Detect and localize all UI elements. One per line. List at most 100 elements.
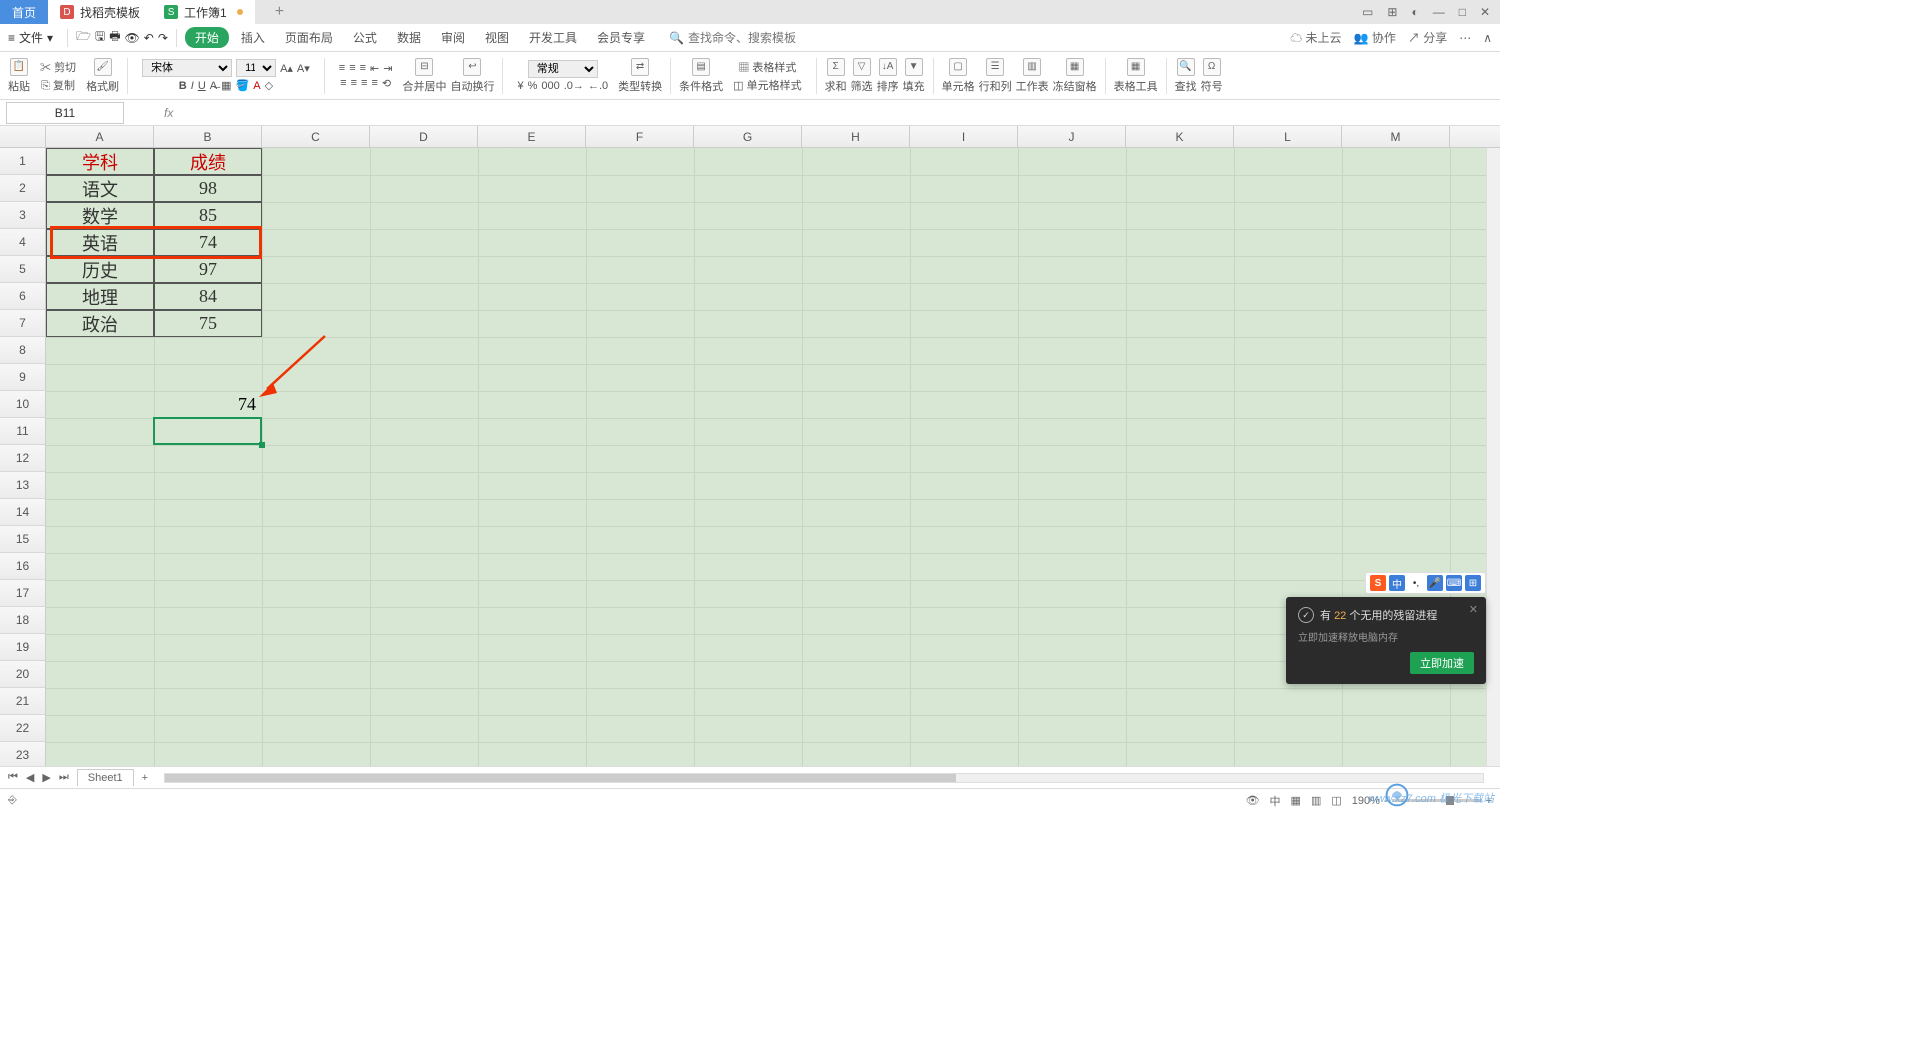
increase-font-icon[interactable]: A▴ xyxy=(280,62,293,75)
cell-B3[interactable]: 85 xyxy=(154,202,262,229)
row-header-16[interactable]: 16 xyxy=(0,553,46,580)
ime-lang-icon[interactable]: 中 xyxy=(1389,575,1405,591)
cell-A2[interactable]: 语文 xyxy=(46,175,154,202)
view-eye-icon[interactable]: 👁 xyxy=(1246,794,1260,807)
formula-input[interactable] xyxy=(181,102,1500,124)
menu-more-icon[interactable]: ⋯ xyxy=(1459,31,1471,45)
align-center-icon[interactable]: ≡ xyxy=(351,77,357,89)
row-header-6[interactable]: 6 xyxy=(0,283,46,310)
menu-view[interactable]: 视图 xyxy=(477,25,517,50)
notif-close-icon[interactable]: ✕ xyxy=(1469,603,1478,616)
view-break-icon[interactable]: ◫ xyxy=(1331,794,1341,807)
number-format-select[interactable]: 常规 xyxy=(528,60,598,78)
col-header-I[interactable]: I xyxy=(910,126,1018,147)
view-normal-icon[interactable]: ▦ xyxy=(1291,794,1301,807)
layout-icon[interactable]: ▭ xyxy=(1362,5,1373,19)
sheet-add-icon[interactable]: + xyxy=(142,772,148,784)
col-header-J[interactable]: J xyxy=(1018,126,1126,147)
row-header-9[interactable]: 9 xyxy=(0,364,46,391)
row-header-12[interactable]: 12 xyxy=(0,445,46,472)
row-header-14[interactable]: 14 xyxy=(0,499,46,526)
dec-dec-icon[interactable]: ←.0 xyxy=(588,80,608,92)
bold-button[interactable]: B xyxy=(179,80,187,92)
ime-punct-icon[interactable]: •, xyxy=(1408,575,1424,591)
row-header-17[interactable]: 17 xyxy=(0,580,46,607)
cell-B10[interactable]: 74 xyxy=(154,391,262,418)
sheet-button[interactable]: ▥工作表 xyxy=(1016,58,1049,94)
sheet-first-icon[interactable]: ⏮ xyxy=(8,771,18,784)
decrease-font-icon[interactable]: A▾ xyxy=(297,62,310,75)
underline-button[interactable]: U xyxy=(198,80,206,92)
row-header-20[interactable]: 20 xyxy=(0,661,46,688)
row-header-13[interactable]: 13 xyxy=(0,472,46,499)
user-icon[interactable]: ◐ xyxy=(1411,5,1418,19)
filter-button[interactable]: ▽筛选 xyxy=(851,58,873,94)
percent-icon[interactable]: % xyxy=(528,80,538,92)
cell-A5[interactable]: 历史 xyxy=(46,256,154,283)
rowcol-button[interactable]: ☰行和列 xyxy=(979,58,1012,94)
row-header-21[interactable]: 21 xyxy=(0,688,46,715)
cond-format-button[interactable]: ▤条件格式 xyxy=(679,58,723,94)
cell-style-button[interactable]: ◫ 单元格样式 xyxy=(733,77,801,93)
align-right-icon[interactable]: ≡ xyxy=(361,77,367,89)
align-mid-icon[interactable]: ≡ xyxy=(349,62,355,74)
row-header-19[interactable]: 19 xyxy=(0,634,46,661)
freeze-button[interactable]: ▦冻结窗格 xyxy=(1053,58,1097,94)
menu-formula[interactable]: 公式 xyxy=(345,25,385,50)
cell-B5[interactable]: 97 xyxy=(154,256,262,283)
name-box[interactable]: B11 xyxy=(6,102,124,124)
menu-vip[interactable]: 会员专享 xyxy=(589,25,653,50)
dec-inc-icon[interactable]: .0→ xyxy=(564,80,584,92)
align-bot-icon[interactable]: ≡ xyxy=(360,62,366,74)
qat-preview-icon[interactable]: 👁 xyxy=(125,31,140,45)
col-header-A[interactable]: A xyxy=(46,126,154,147)
col-header-L[interactable]: L xyxy=(1234,126,1342,147)
clear-format-button[interactable]: ◇ xyxy=(265,79,273,92)
wrap-button[interactable]: ↩自动换行 xyxy=(450,58,494,94)
cell-A7[interactable]: 政治 xyxy=(46,310,154,337)
col-header-F[interactable]: F xyxy=(586,126,694,147)
cut-button[interactable]: ✂ 剪切 xyxy=(40,59,76,75)
row-header-11[interactable]: 11 xyxy=(0,418,46,445)
qat-open-icon[interactable]: 🗁 xyxy=(76,27,91,48)
cell-A1[interactable]: 学科 xyxy=(46,148,154,175)
cell-B7[interactable]: 75 xyxy=(154,310,262,337)
col-header-C[interactable]: C xyxy=(262,126,370,147)
size-select[interactable]: 11 xyxy=(236,59,276,77)
row-header-10[interactable]: 10 xyxy=(0,391,46,418)
select-all-corner[interactable] xyxy=(0,126,46,147)
col-header-D[interactable]: D xyxy=(370,126,478,147)
row-header-7[interactable]: 7 xyxy=(0,310,46,337)
font-select[interactable]: 宋体 xyxy=(142,59,232,77)
menu-insert[interactable]: 插入 xyxy=(233,25,273,50)
menu-layout[interactable]: 页面布局 xyxy=(277,25,341,50)
cell-A6[interactable]: 地理 xyxy=(46,283,154,310)
close-icon[interactable]: ✕ xyxy=(1480,5,1490,19)
row-header-5[interactable]: 5 xyxy=(0,256,46,283)
copy-button[interactable]: ⎘ 复制 xyxy=(41,77,75,93)
align-left-icon[interactable]: ≡ xyxy=(340,77,346,89)
row-header-1[interactable]: 1 xyxy=(0,148,46,175)
border-button[interactable]: ▦ xyxy=(221,79,231,92)
vertical-scrollbar[interactable] xyxy=(1486,148,1500,766)
strike-button[interactable]: A̶ xyxy=(210,80,217,92)
grid-area[interactable]: ABCDEFGHIJKLM 12345678910111213141516171… xyxy=(0,126,1500,766)
menu-dev[interactable]: 开发工具 xyxy=(521,25,585,50)
col-header-K[interactable]: K xyxy=(1126,126,1234,147)
qat-print-icon[interactable]: 🖶 xyxy=(109,27,120,48)
cell-B6[interactable]: 84 xyxy=(154,283,262,310)
qat-redo-icon[interactable]: ↷ xyxy=(158,31,168,45)
sheet-next-icon[interactable]: ▶ xyxy=(42,771,50,784)
indent-dec-icon[interactable]: ⇤ xyxy=(370,62,379,75)
view-cn-icon[interactable]: 中 xyxy=(1270,793,1281,809)
cell-B2[interactable]: 98 xyxy=(154,175,262,202)
qat-undo-icon[interactable]: ↶ xyxy=(144,31,154,45)
currency-icon[interactable]: ¥ xyxy=(517,80,523,92)
status-mode-icon[interactable]: ⎆ xyxy=(8,794,17,807)
sum-button[interactable]: Σ求和 xyxy=(825,58,847,94)
cell-B1[interactable]: 成绩 xyxy=(154,148,262,175)
ime-kbd-icon[interactable]: ⌨ xyxy=(1446,575,1462,591)
row-header-8[interactable]: 8 xyxy=(0,337,46,364)
col-header-B[interactable]: B xyxy=(154,126,262,147)
row-header-23[interactable]: 23 xyxy=(0,742,46,766)
